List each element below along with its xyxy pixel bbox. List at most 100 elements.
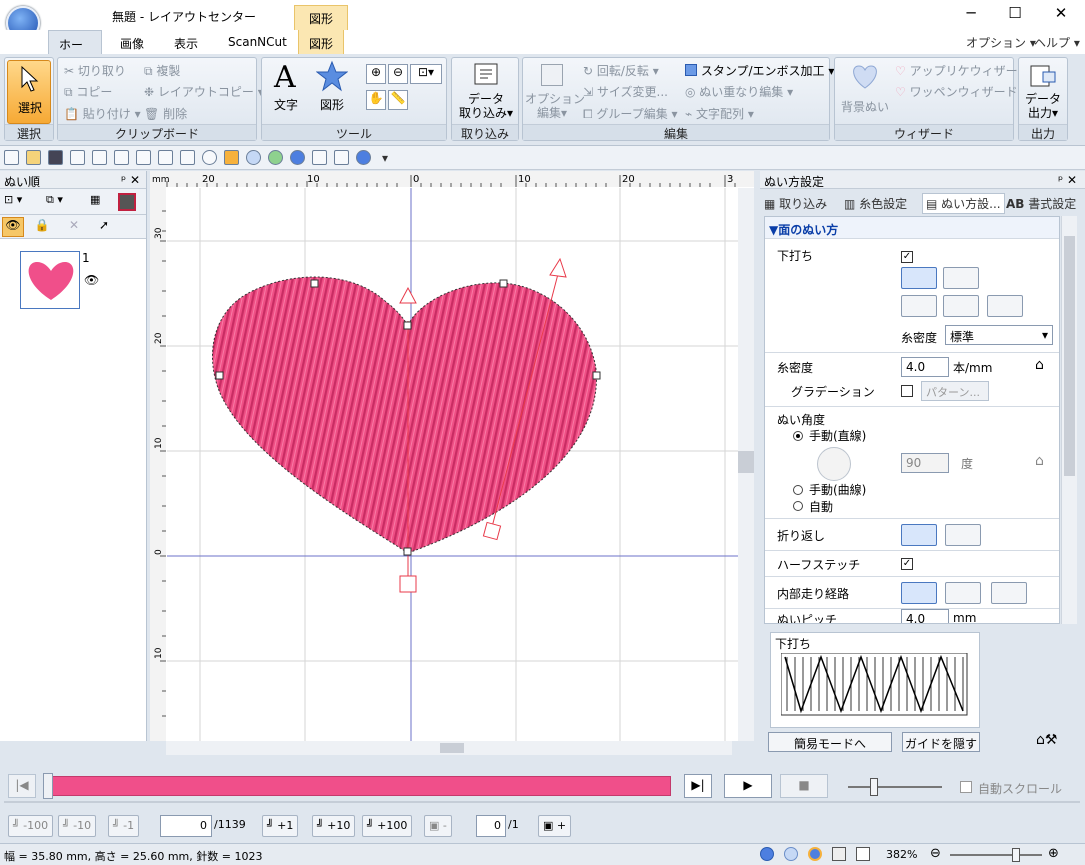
stitch-plus-1-button[interactable]: ╝ +1 xyxy=(262,815,299,837)
help-menu[interactable]: ヘルプ ▾ xyxy=(1034,34,1080,51)
angle-manual-line-radio[interactable] xyxy=(793,431,803,441)
zoom-slider-thumb[interactable] xyxy=(1012,848,1020,862)
angle-dial[interactable] xyxy=(817,447,851,481)
maximize-icon[interactable]: ☐ xyxy=(992,4,1038,26)
layout-copy-button[interactable]: ❉ レイアウトコピー ▾ xyxy=(144,83,264,100)
play-icon[interactable]: ▶ xyxy=(724,774,772,798)
eye-icon[interactable]: 👁 xyxy=(2,217,24,237)
text-array-button[interactable]: ⌁ 文字配列 ▾ xyxy=(685,105,754,122)
tools-icon[interactable]: ⌂⚒ xyxy=(1036,732,1057,748)
tab-shape[interactable]: 図形 xyxy=(298,30,345,54)
hide-guide-button[interactable]: ガイドを隠す xyxy=(902,732,980,752)
fold-straight-button[interactable] xyxy=(901,524,937,546)
blue-circle-icon[interactable] xyxy=(290,150,305,165)
delete-button[interactable]: 🗑 削除 xyxy=(144,105,187,122)
lock-icon[interactable]: 🔒 xyxy=(32,218,52,236)
text-tool-button[interactable]: A 文字 xyxy=(268,60,304,120)
view-mode-icon-3[interactable] xyxy=(808,847,822,861)
applique-wizard-button[interactable]: ♡ アップリケウィザード xyxy=(895,62,1030,79)
pan-hand-icon[interactable]: ✋ xyxy=(366,90,386,110)
stitch-minus-100-button[interactable]: ╝ -100 xyxy=(8,815,54,837)
tab-image[interactable]: 画像 xyxy=(110,30,154,54)
rotate-flip-button[interactable]: ↻ 回転/反転 ▾ xyxy=(583,62,659,79)
undo-icon[interactable] xyxy=(92,150,107,165)
new-file-icon[interactable] xyxy=(4,150,19,165)
frame-icon[interactable] xyxy=(180,150,195,165)
page-view-icon[interactable] xyxy=(856,847,870,861)
group-order-icon[interactable]: ⧉ ▾ xyxy=(46,193,76,211)
angle-input[interactable]: 90 xyxy=(901,453,949,473)
color-plus-button[interactable]: ▣ + xyxy=(538,815,572,837)
fold-offset-button[interactable] xyxy=(945,524,981,546)
data-import-button[interactable]: データ 取り込み▾ xyxy=(458,60,514,124)
underlay-wave-button[interactable] xyxy=(943,295,979,317)
design-canvas[interactable]: mm 20 10 0 10 20 3 30 20 10 0 10 xyxy=(150,171,754,741)
layout-icon[interactable] xyxy=(136,150,151,165)
settings-icon[interactable] xyxy=(334,150,349,165)
tab-thread-color[interactable]: ▥ 糸色設定 xyxy=(844,195,907,212)
pitch-input[interactable]: 4.0 xyxy=(901,609,949,623)
shape-tool-button[interactable]: 図形 xyxy=(312,60,352,120)
speed-slider-thumb[interactable] xyxy=(870,778,878,796)
auto-scroll-checkbox[interactable] xyxy=(960,781,972,793)
color-current-input[interactable]: 0 xyxy=(476,815,506,837)
patch-wizard-button[interactable]: ♡ ワッペンウィザード xyxy=(895,83,1018,100)
gradation-pattern-button[interactable]: パターン... xyxy=(921,381,989,401)
green-circle-icon[interactable] xyxy=(268,150,283,165)
inner-path-option-3[interactable] xyxy=(991,582,1027,604)
tab-scanncut[interactable]: ScanNCut xyxy=(218,30,297,54)
help-circle-icon[interactable] xyxy=(202,150,217,165)
qat-customize-icon[interactable]: ▾ xyxy=(382,151,388,165)
minimize-icon[interactable]: ─ xyxy=(948,4,994,26)
simple-mode-button[interactable]: 簡易モードへ xyxy=(768,732,892,752)
frame-red-icon[interactable] xyxy=(118,193,136,211)
stop-icon[interactable]: ■ xyxy=(780,774,828,798)
color-sort-icon[interactable]: ▦ xyxy=(90,193,108,211)
fit-view-icon[interactable]: ⊡ ▾ xyxy=(4,193,34,211)
grid-view-icon[interactable] xyxy=(832,847,846,861)
redo-icon[interactable] xyxy=(114,150,129,165)
underlay-checkbox[interactable]: ✓ xyxy=(901,251,913,263)
save-icon[interactable] xyxy=(48,150,63,165)
background-stitch-button[interactable]: 背景ぬい xyxy=(837,60,893,124)
data-output-button[interactable]: データ 出力▾ xyxy=(1021,60,1065,124)
zoom-out-status-icon[interactable]: ⊖ xyxy=(930,846,941,861)
stitch-order-item[interactable] xyxy=(20,251,80,309)
canvas-vscroll-thumb[interactable] xyxy=(738,451,754,473)
open-folder-icon[interactable] xyxy=(26,150,41,165)
search-icon[interactable] xyxy=(70,150,85,165)
tab-sewing-method[interactable]: ▤ ぬい方設... xyxy=(922,193,1005,214)
zoom-fit-icon[interactable]: ⊡▾ xyxy=(410,64,442,84)
direction-handle[interactable] xyxy=(399,575,417,593)
measure-icon[interactable]: 📏 xyxy=(388,90,408,110)
copy-button[interactable]: ⧉ コピー xyxy=(64,83,112,100)
inner-path-option-1[interactable] xyxy=(901,582,937,604)
chart-icon[interactable] xyxy=(224,150,239,165)
zoom-out-icon[interactable]: ⊖ xyxy=(388,64,408,84)
underlay-zigzag-button[interactable] xyxy=(901,267,937,289)
tab-import-settings[interactable]: ▦ 取り込み xyxy=(764,195,827,212)
options-menu[interactable]: オプション ▾ xyxy=(966,34,1036,51)
overlap-edit-button[interactable]: ◎ ぬい重なり編集 ▾ xyxy=(685,83,793,100)
stitch-minus-10-button[interactable]: ╝ -10 xyxy=(58,815,97,837)
inner-path-option-2[interactable] xyxy=(945,582,981,604)
underlay-grid-button[interactable] xyxy=(943,267,979,289)
density-home-icon[interactable]: ⌂ xyxy=(1035,357,1044,373)
dots-circle-icon[interactable] xyxy=(246,150,261,165)
stitch-minus-1-button[interactable]: ╝ -1 xyxy=(108,815,140,837)
stitch-plus-100-button[interactable]: ╝ +100 xyxy=(362,815,413,837)
tab-home[interactable]: ホーム xyxy=(48,30,102,69)
density-input[interactable]: 4.0 xyxy=(901,357,949,377)
close-icon[interactable]: ✕ xyxy=(1038,4,1084,26)
select-button[interactable]: 選択 xyxy=(7,60,51,124)
angle-handle[interactable] xyxy=(482,521,502,541)
tab-view[interactable]: 表示 xyxy=(164,30,208,54)
angle-manual-curve-radio[interactable] xyxy=(793,485,803,495)
resize-button[interactable]: ⇲ サイズ変更... xyxy=(583,83,668,100)
skip-end-icon[interactable]: ▶| xyxy=(684,774,712,798)
speed-slider[interactable] xyxy=(848,778,942,796)
group-edit-button[interactable]: ⧠ グループ編集 ▾ xyxy=(583,105,678,122)
angle-home-icon[interactable]: ⌂ xyxy=(1035,453,1044,469)
stitch-progress-bar[interactable] xyxy=(43,773,671,799)
view-mode-icon-2[interactable] xyxy=(784,847,798,861)
